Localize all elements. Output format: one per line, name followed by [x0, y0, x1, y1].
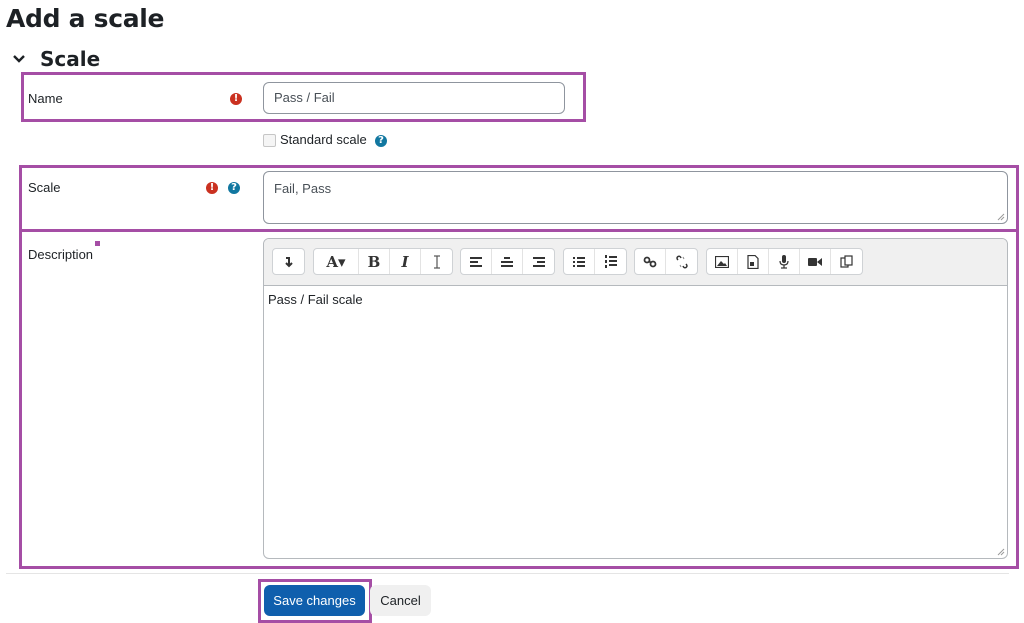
- resize-grip-icon[interactable]: [997, 213, 1005, 221]
- unordered-list-icon: [573, 256, 585, 267]
- unlink-button[interactable]: [666, 249, 697, 274]
- editor-toolbar: A▾ B I: [264, 239, 1007, 286]
- collapse-button[interactable]: [273, 249, 304, 274]
- align-left-button[interactable]: [461, 249, 492, 274]
- section-header-scale[interactable]: Scale: [12, 47, 100, 71]
- italic-icon: I: [401, 252, 409, 271]
- description-editor[interactable]: A▾ B I Pass / Fail scale: [263, 238, 1008, 559]
- image-icon: [715, 255, 729, 268]
- toolbar-group-align: [460, 248, 555, 275]
- record-audio-button[interactable]: [769, 249, 800, 274]
- microphone-icon: [779, 254, 789, 269]
- help-icon[interactable]: ?: [375, 135, 387, 147]
- toolbar-group-media: [706, 248, 863, 275]
- align-right-button[interactable]: [523, 249, 554, 274]
- cancel-button[interactable]: Cancel: [370, 585, 431, 616]
- editor-content-text: Pass / Fail scale: [268, 292, 363, 307]
- toolbar-group-links: [634, 248, 698, 275]
- editor-content[interactable]: Pass / Fail scale: [264, 286, 1007, 313]
- name-label: Name: [28, 91, 63, 106]
- text-style-icon: A▾: [326, 252, 346, 271]
- link-icon: [643, 256, 657, 267]
- collapse-icon: [284, 256, 293, 267]
- align-center-icon: [501, 256, 513, 267]
- manage-files-button[interactable]: [831, 249, 862, 274]
- standard-scale-label[interactable]: Standard scale: [280, 132, 367, 147]
- align-left-icon: [470, 256, 482, 267]
- description-label: Description: [28, 247, 94, 262]
- media-button[interactable]: [738, 249, 769, 274]
- video-camera-icon: [808, 257, 822, 266]
- link-button[interactable]: [635, 249, 666, 274]
- form-divider: [6, 573, 1009, 574]
- image-button[interactable]: [707, 249, 738, 274]
- help-icon[interactable]: ?: [228, 182, 240, 194]
- ordered-list-icon: [604, 255, 617, 268]
- save-changes-button[interactable]: Save changes: [264, 585, 365, 616]
- italic-button[interactable]: I: [390, 249, 421, 274]
- clear-formatting-icon: [433, 254, 440, 269]
- clear-formatting-button[interactable]: [421, 249, 452, 274]
- required-icon: !: [230, 93, 242, 105]
- text-style-button[interactable]: A▾: [314, 249, 359, 274]
- unlink-icon: [675, 254, 688, 269]
- chevron-down-icon[interactable]: [12, 52, 26, 66]
- scale-textarea[interactable]: Fail, Pass: [263, 171, 1008, 224]
- scale-textarea-value: Fail, Pass: [274, 181, 332, 196]
- page-title: Add a scale: [6, 4, 165, 33]
- bold-button[interactable]: B: [359, 249, 390, 274]
- manage-files-icon: [839, 254, 853, 268]
- bold-icon: B: [367, 252, 381, 271]
- toolbar-group-format: A▾ B I: [313, 248, 453, 275]
- standard-scale-checkbox[interactable]: [263, 134, 276, 147]
- section-title: Scale: [40, 47, 101, 71]
- unordered-list-button[interactable]: [564, 249, 595, 274]
- scale-label: Scale: [28, 180, 61, 195]
- name-input-value: Pass / Fail: [274, 90, 335, 105]
- align-right-icon: [532, 256, 545, 267]
- align-center-button[interactable]: [492, 249, 523, 274]
- name-input[interactable]: Pass / Fail: [263, 82, 565, 114]
- resize-grip-icon[interactable]: [997, 548, 1005, 556]
- record-video-button[interactable]: [800, 249, 831, 274]
- annotation-marker: [95, 241, 100, 246]
- toolbar-group-lists: [563, 248, 627, 275]
- media-icon: [747, 254, 759, 269]
- required-icon: !: [206, 182, 218, 194]
- ordered-list-button[interactable]: [595, 249, 626, 274]
- toolbar-group-collapse: [272, 248, 305, 275]
